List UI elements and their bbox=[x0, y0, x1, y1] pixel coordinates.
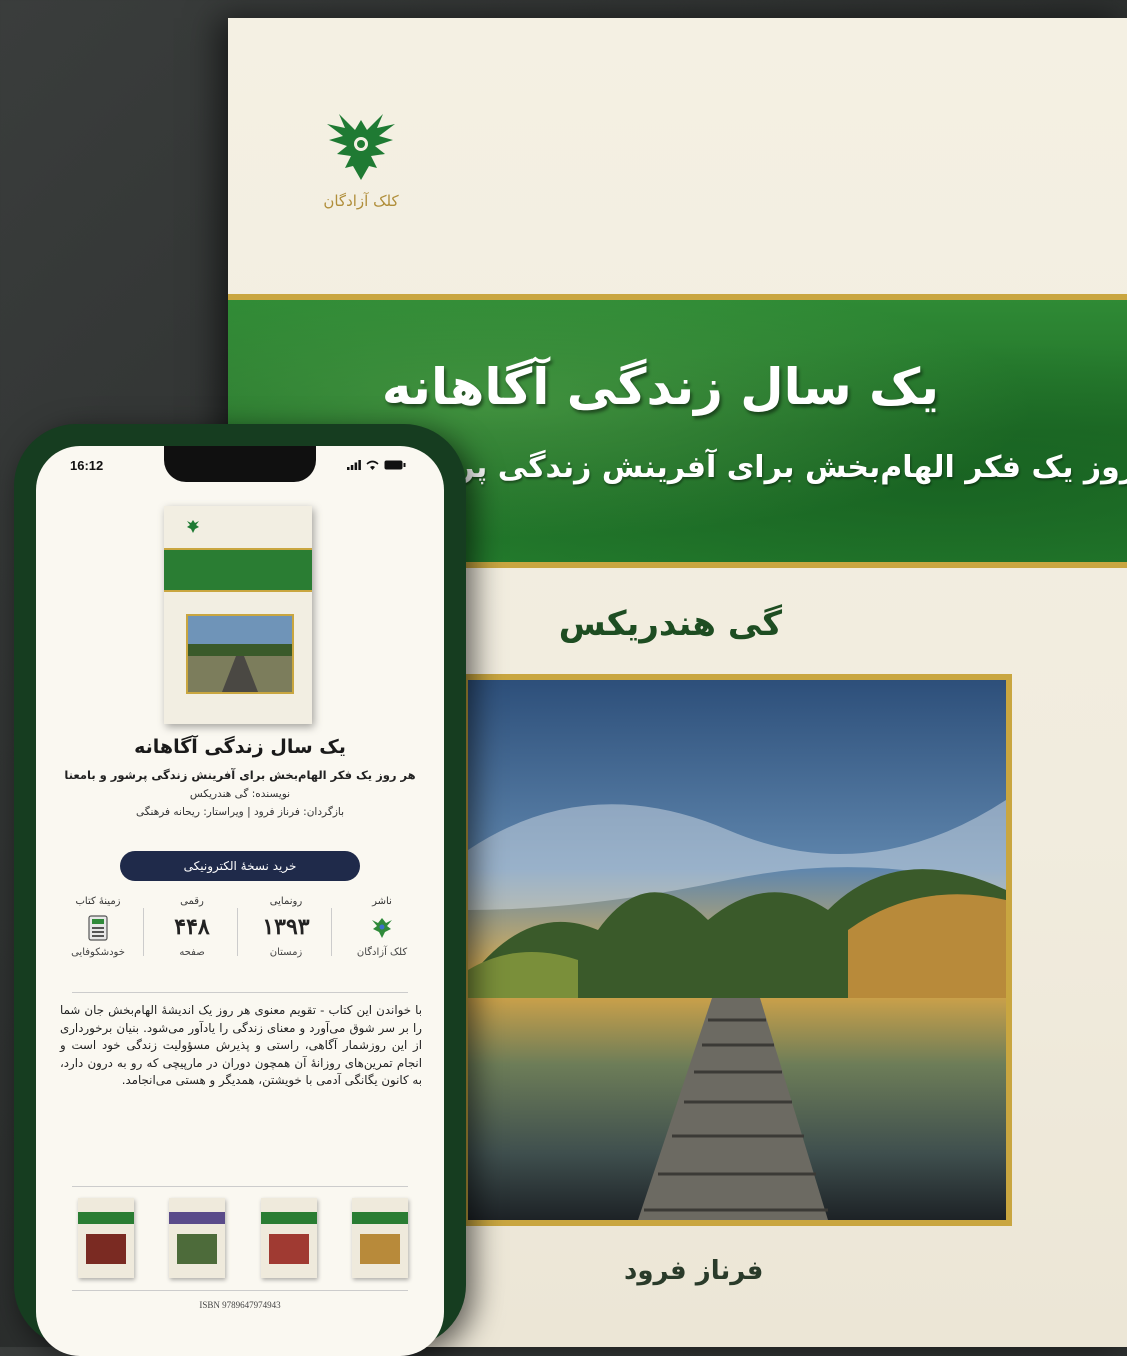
isbn: ISBN 9789647974943 bbox=[199, 1300, 281, 1310]
related-book[interactable] bbox=[351, 1198, 408, 1278]
book-subtitle: هر روز یک فکر الهام‌بخش برای آفرینش زندگ… bbox=[64, 768, 416, 782]
info-divider bbox=[331, 908, 332, 956]
book-thumbnail[interactable] bbox=[164, 506, 312, 724]
phone-screen: 16:12 یک سال زندگی آگاهانه هر روز یک فکر… bbox=[36, 446, 444, 1356]
info-divider bbox=[143, 908, 144, 956]
info-value: ۱۳۹۳ bbox=[262, 914, 310, 940]
divider bbox=[72, 1186, 408, 1187]
info-label: ناشر bbox=[372, 896, 392, 907]
related-books bbox=[78, 1198, 408, 1278]
info-value bbox=[338, 913, 426, 941]
cover-title: یک سال زندگی آگاهانه bbox=[381, 358, 939, 416]
calculator-icon bbox=[88, 915, 108, 941]
phone-mockup: 16:12 یک سال زندگی آگاهانه هر روز یک فکر… bbox=[14, 424, 466, 1356]
related-book-cover-art bbox=[359, 1234, 400, 1264]
info-sub: زمستان bbox=[269, 947, 303, 958]
status-icons bbox=[347, 460, 406, 470]
info-pages: رقمی ۴۴۸ صفحه bbox=[148, 896, 236, 978]
related-book-cover-art bbox=[268, 1234, 309, 1264]
thumbnail-photo bbox=[186, 614, 294, 694]
wifi-icon bbox=[366, 460, 379, 470]
book-title: یک سال زندگی آگاهانه bbox=[134, 736, 346, 758]
publisher-logo: کلک آزادگان bbox=[306, 110, 416, 210]
info-publisher: ناشر کلک آزادگان bbox=[338, 896, 426, 978]
info-value: ۴۴۸ bbox=[174, 914, 210, 940]
related-book-band bbox=[169, 1212, 226, 1224]
cover-publisher-name: کلک آزادگان bbox=[323, 192, 399, 210]
info-sub: کلک آزادگان bbox=[356, 947, 408, 958]
battery-icon bbox=[384, 460, 406, 470]
related-book-band bbox=[351, 1212, 408, 1224]
info-label: رقمی bbox=[180, 896, 204, 907]
related-book-band bbox=[78, 1212, 134, 1224]
divider bbox=[72, 992, 408, 993]
status-time: 16:12 bbox=[70, 458, 104, 473]
related-book-cover-art bbox=[86, 1234, 126, 1264]
book-info-row: ناشر کلک آزادگان رونمایی ۱۳۹۳ زمستان رقم… bbox=[54, 896, 426, 986]
buy-ebook-button[interactable]: خرید نسخهٔ الکترونیکی bbox=[120, 851, 360, 881]
cover-author: گی هندریکس bbox=[558, 604, 782, 644]
divider bbox=[72, 1290, 408, 1291]
info-sub: خودشکوفایی bbox=[71, 947, 125, 958]
eagle-logo-icon bbox=[327, 114, 395, 180]
lake-pier-image bbox=[468, 680, 1006, 1220]
info-value bbox=[54, 913, 142, 941]
related-book[interactable] bbox=[169, 1198, 226, 1278]
author-line: نویسنده: گی هندریکس bbox=[189, 788, 291, 800]
translator-line: بازگردان: فرناز فرود | ویراستار: ریحانه … bbox=[135, 806, 345, 818]
info-genre: زمینهٔ کتاب خودشکوفایی bbox=[54, 896, 142, 978]
cover-subtitle: هر روز یک فکر الهام‌بخش برای آفرینش زندگ… bbox=[457, 450, 1127, 485]
thumbnail-logo-icon bbox=[187, 520, 199, 533]
info-label: رونمایی bbox=[269, 896, 303, 907]
cover-translator: فرناز فرود bbox=[624, 1256, 764, 1286]
info-label: زمینهٔ کتاب bbox=[75, 896, 121, 907]
publisher-logo-icon bbox=[372, 918, 392, 938]
info-divider bbox=[237, 908, 238, 956]
related-book-band bbox=[260, 1212, 317, 1224]
related-book-cover-art bbox=[177, 1234, 218, 1264]
book-description: با خواندن این کتاب - تقویم معنوی هر روز … bbox=[60, 1003, 422, 1087]
cover-photo bbox=[462, 674, 1012, 1226]
info-sub: صفحه bbox=[179, 947, 205, 958]
signal-icon bbox=[347, 460, 361, 470]
phone-notch bbox=[164, 446, 316, 482]
thumbnail-title-band bbox=[164, 548, 312, 592]
related-book[interactable] bbox=[78, 1198, 134, 1278]
related-book[interactable] bbox=[260, 1198, 317, 1278]
info-release: رونمایی ۱۳۹۳ زمستان bbox=[242, 896, 330, 978]
